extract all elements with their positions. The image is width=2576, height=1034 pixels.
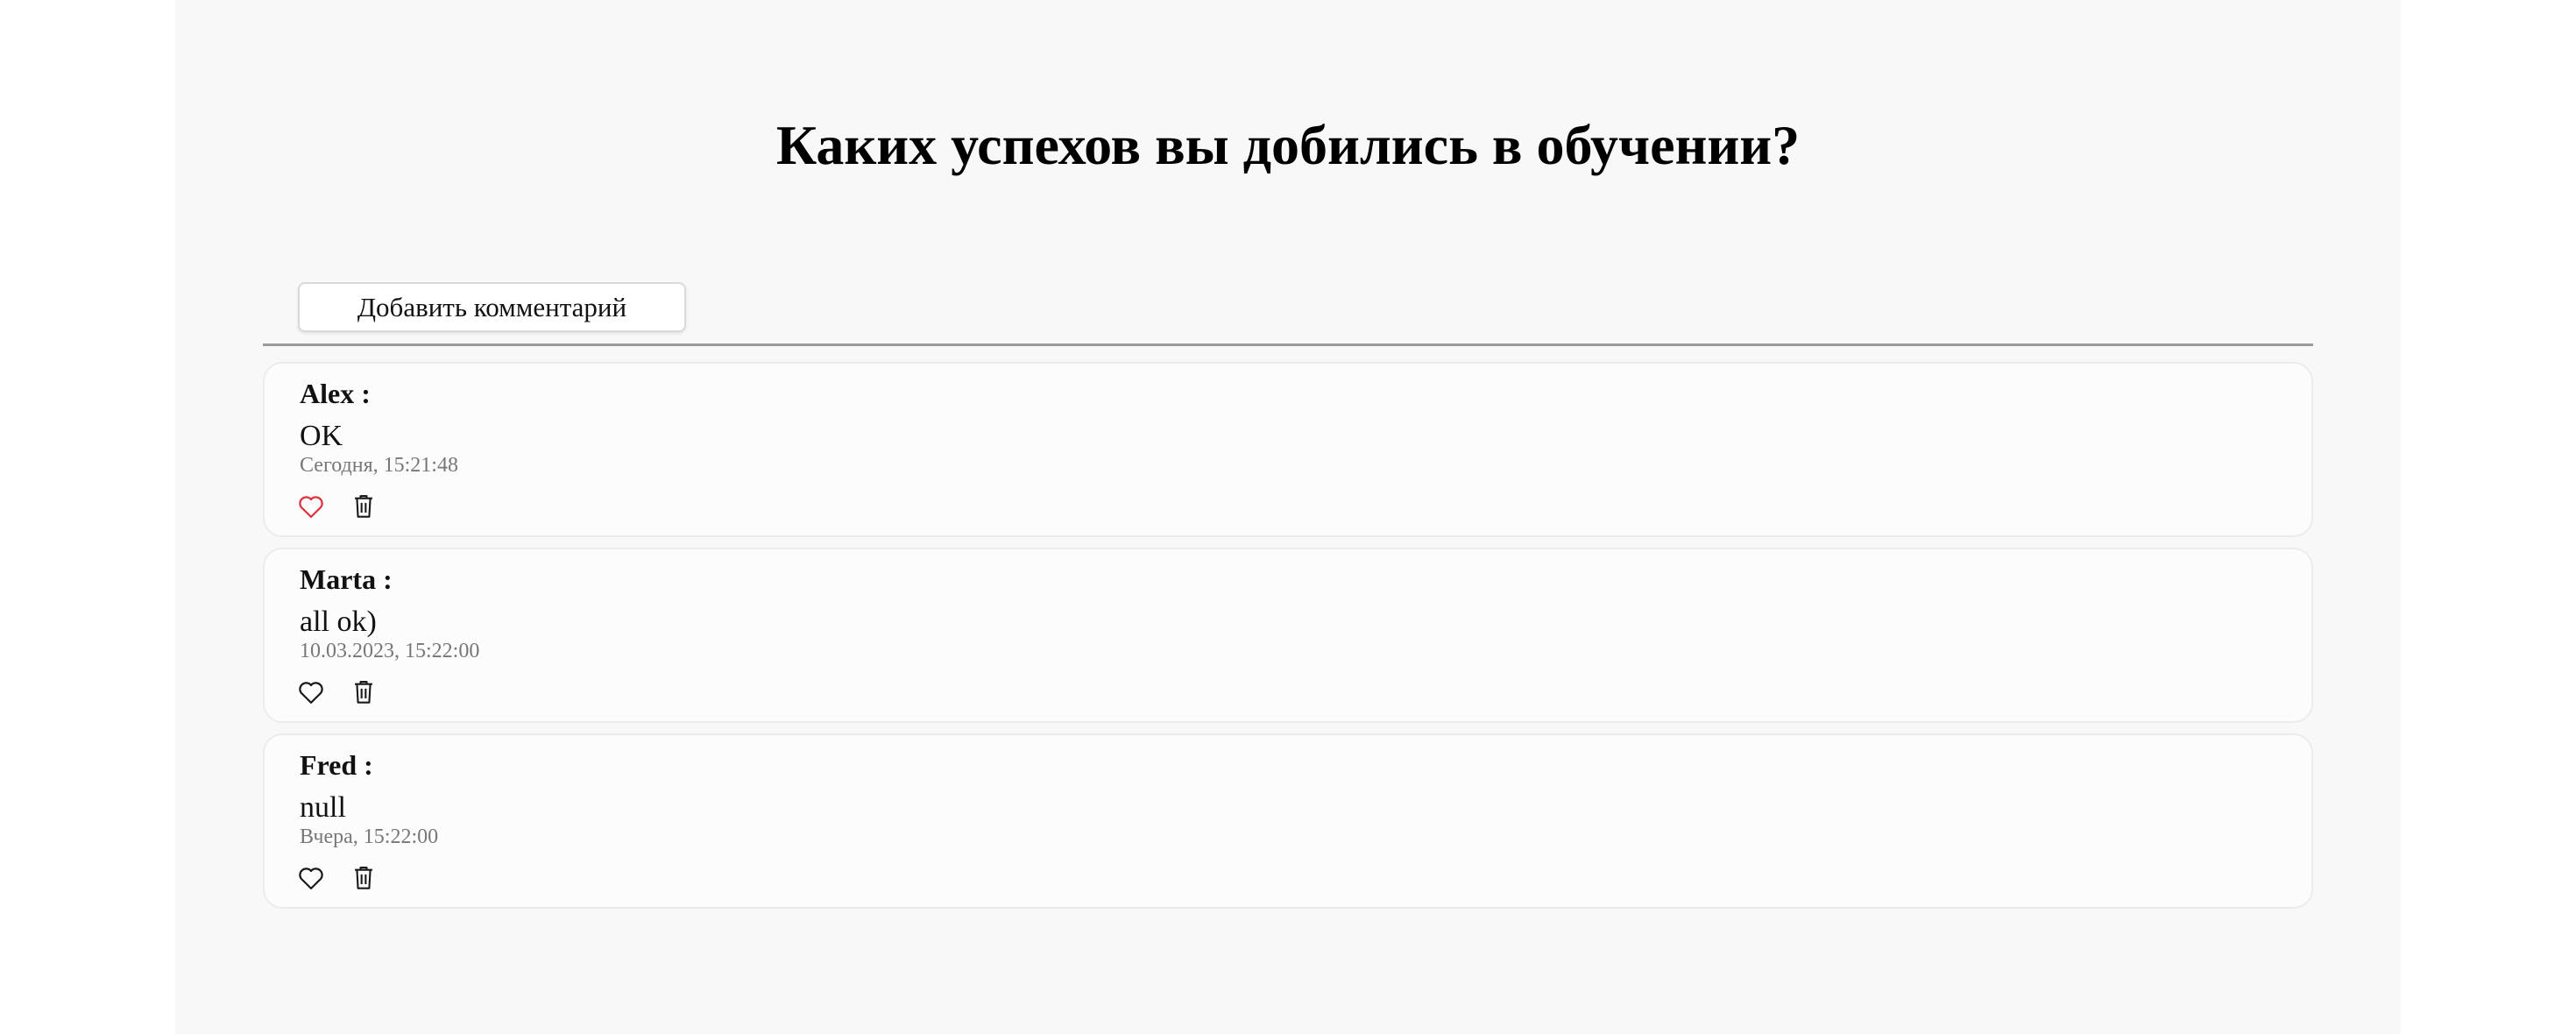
comment-card: Fred : null Вчера, 15:22:00 [263, 733, 2313, 909]
comment-actions [298, 865, 377, 891]
add-comment-button[interactable]: Добавить комментарий [298, 282, 686, 332]
heart-icon[interactable] [298, 679, 324, 705]
comment-list: Alex : OK Сегодня, 15:21:48 Marta : all … [263, 362, 2313, 919]
comment-author: Alex : [300, 378, 371, 409]
comment-author: Marta : [300, 563, 393, 595]
comment-text: all ok) [300, 606, 377, 638]
comment-actions [298, 679, 377, 705]
comment-actions [298, 493, 377, 520]
page-title: Каких успехов вы добились в обучении? [775, 114, 1801, 176]
trash-icon[interactable] [350, 679, 377, 705]
page-container: Каких успехов вы добились в обучении? До… [175, 0, 2401, 1034]
heart-icon[interactable] [298, 493, 324, 520]
divider [263, 343, 2313, 346]
comment-date: Сегодня, 15:21:48 [300, 454, 458, 477]
comment-text: null [300, 791, 346, 824]
comment-date: 10.03.2023, 15:22:00 [300, 640, 480, 662]
comment-card: Alex : OK Сегодня, 15:21:48 [263, 362, 2313, 537]
comment-date: Вчера, 15:22:00 [300, 825, 439, 848]
comment-card: Marta : all ok) 10.03.2023, 15:22:00 [263, 548, 2313, 723]
trash-icon[interactable] [350, 865, 377, 891]
heart-icon[interactable] [298, 865, 324, 891]
comment-author: Fred : [300, 749, 373, 781]
comment-text: OK [300, 420, 343, 452]
trash-icon[interactable] [350, 493, 377, 520]
